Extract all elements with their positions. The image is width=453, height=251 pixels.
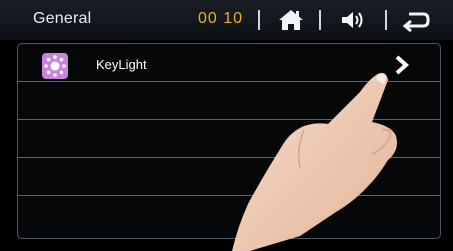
back-icon: [402, 12, 430, 33]
list-item[interactable]: [18, 82, 440, 120]
screen: General 00 10 KeyLight: [0, 0, 453, 251]
clock: 00 10: [198, 10, 244, 27]
header-bar: General 00 10: [0, 0, 453, 40]
settings-list: KeyLight: [17, 43, 441, 239]
separator: [258, 10, 260, 30]
back-button[interactable]: [401, 6, 431, 34]
home-icon: [279, 10, 303, 30]
separator: [319, 10, 321, 30]
list-item[interactable]: [18, 158, 440, 196]
list-item[interactable]: [18, 120, 440, 158]
page-title: General: [33, 10, 92, 27]
volume-icon: [342, 12, 363, 28]
list-item-keylight[interactable]: KeyLight: [18, 44, 440, 82]
list-item-label: KeyLight: [96, 57, 147, 72]
separator: [385, 10, 387, 30]
home-button[interactable]: [276, 6, 306, 34]
chevron-right-icon[interactable]: [390, 53, 414, 77]
volume-button[interactable]: [338, 6, 368, 34]
list-item[interactable]: [18, 196, 440, 234]
brightness-icon: [42, 53, 68, 79]
